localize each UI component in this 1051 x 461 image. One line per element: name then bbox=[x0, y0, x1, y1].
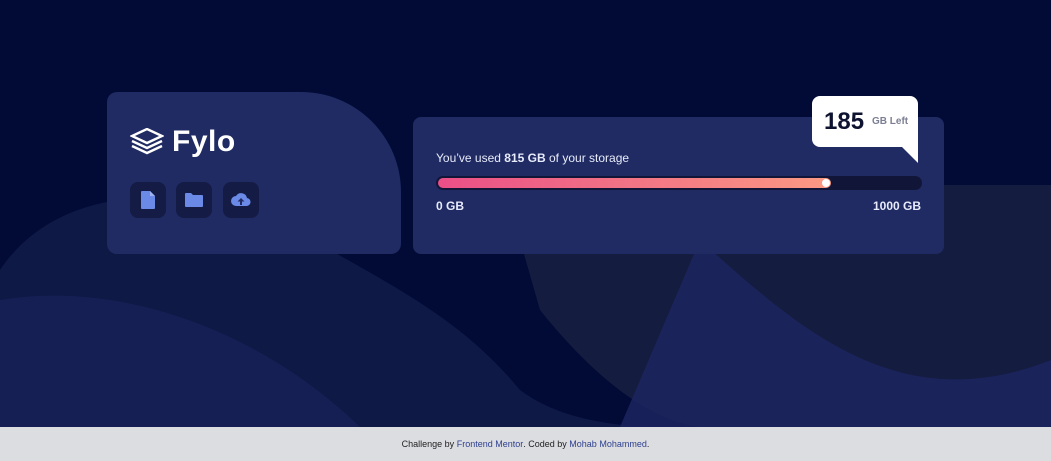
progress-knob bbox=[822, 179, 830, 187]
storage-progress-fill bbox=[438, 178, 831, 188]
min-label: 0 GB bbox=[436, 199, 465, 213]
footer-prefix: Challenge by bbox=[401, 439, 455, 449]
footer-end: . bbox=[646, 439, 650, 449]
document-icon bbox=[141, 191, 155, 209]
folder-icon bbox=[185, 193, 203, 207]
brand-card: Fylo bbox=[107, 92, 401, 254]
document-button[interactable] bbox=[130, 182, 166, 218]
upload-icon bbox=[231, 193, 251, 207]
layers-icon bbox=[130, 128, 164, 155]
upload-button[interactable] bbox=[223, 182, 259, 218]
footer-middle: . Coded by bbox=[523, 439, 567, 449]
brand-name: Fylo bbox=[172, 125, 236, 158]
remaining-label: GB Left bbox=[872, 116, 909, 127]
frontend-mentor-link[interactable]: Frontend Mentor bbox=[457, 439, 524, 449]
folder-button[interactable] bbox=[176, 182, 212, 218]
usage-suffix: of your storage bbox=[549, 151, 630, 165]
usage-amount: 815 GB bbox=[504, 151, 546, 165]
fylo-logo: Fylo bbox=[130, 125, 236, 159]
author-link[interactable]: Mohab Mohammed bbox=[569, 439, 647, 449]
usage-prefix: You’ve used bbox=[436, 151, 501, 165]
remaining-bubble: 185 GB Left bbox=[812, 96, 918, 163]
remaining-value: 185 bbox=[824, 108, 865, 135]
max-label: 1000 GB bbox=[872, 199, 921, 213]
storage-progress-track bbox=[436, 176, 922, 190]
usage-text: You’ve used 815 GB of your storage bbox=[436, 151, 629, 165]
attribution-footer: Challenge by Frontend Mentor . Coded by … bbox=[0, 427, 1051, 461]
